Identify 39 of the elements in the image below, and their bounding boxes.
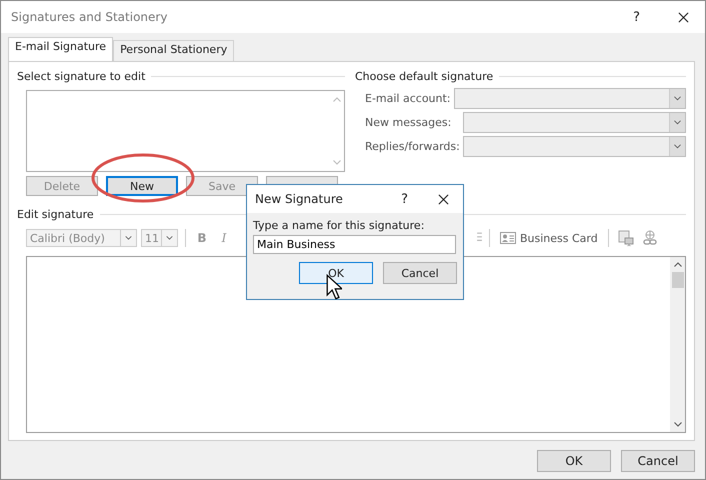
scroll-thumb[interactable]: [672, 272, 684, 288]
close-icon[interactable]: [438, 194, 449, 204]
dropdown[interactable]: [463, 136, 686, 156]
section-label: Choose default signature: [355, 70, 494, 82]
contact-card-icon: [500, 232, 516, 244]
dialog-button[interactable]: Cancel: [383, 262, 457, 284]
align-icon[interactable]: [477, 232, 482, 244]
tab[interactable]: Personal Stationery: [113, 40, 234, 61]
dialog-button[interactable]: OK: [299, 262, 373, 284]
scroll-up-icon: [674, 262, 682, 267]
chevron-down-icon: [669, 88, 685, 108]
help-button[interactable]: ?: [633, 10, 640, 24]
chevron-down-icon: [669, 136, 685, 156]
field-label: Replies/forwards:: [365, 140, 461, 152]
dialog-button[interactable]: Cancel: [621, 450, 695, 472]
prompt-label: Type a name for this signature:: [253, 219, 426, 232]
hyperlink-icon[interactable]: [642, 230, 658, 246]
business-card-button[interactable]: Business Card: [497, 232, 601, 244]
scroll-down-icon: [333, 160, 341, 165]
section-label: Edit signature: [17, 208, 94, 220]
signature-button[interactable]: New: [106, 176, 178, 196]
signature-list[interactable]: [26, 90, 345, 172]
dialog-button[interactable]: OK: [537, 450, 611, 472]
section-label: Select signature to edit: [17, 70, 146, 82]
dropdown[interactable]: [463, 112, 686, 132]
scroll-up-icon: [333, 97, 341, 102]
tab[interactable]: E-mail Signature: [8, 37, 114, 61]
window-title: Signatures and Stationery: [11, 10, 168, 24]
name-field[interactable]: Main Business: [253, 235, 456, 254]
field-label: E-mail account:: [365, 92, 452, 104]
chevron-down-icon: [669, 112, 685, 132]
scroll-down-icon: [674, 422, 682, 427]
close-icon[interactable]: [678, 12, 689, 22]
dropdown[interactable]: [454, 88, 686, 108]
signature-editor[interactable]: [26, 256, 686, 433]
help-button[interactable]: ?: [401, 192, 408, 206]
dialog-title: New Signature: [255, 192, 344, 206]
insert-picture-icon[interactable]: [618, 230, 634, 246]
field-label: New messages:: [365, 116, 452, 128]
